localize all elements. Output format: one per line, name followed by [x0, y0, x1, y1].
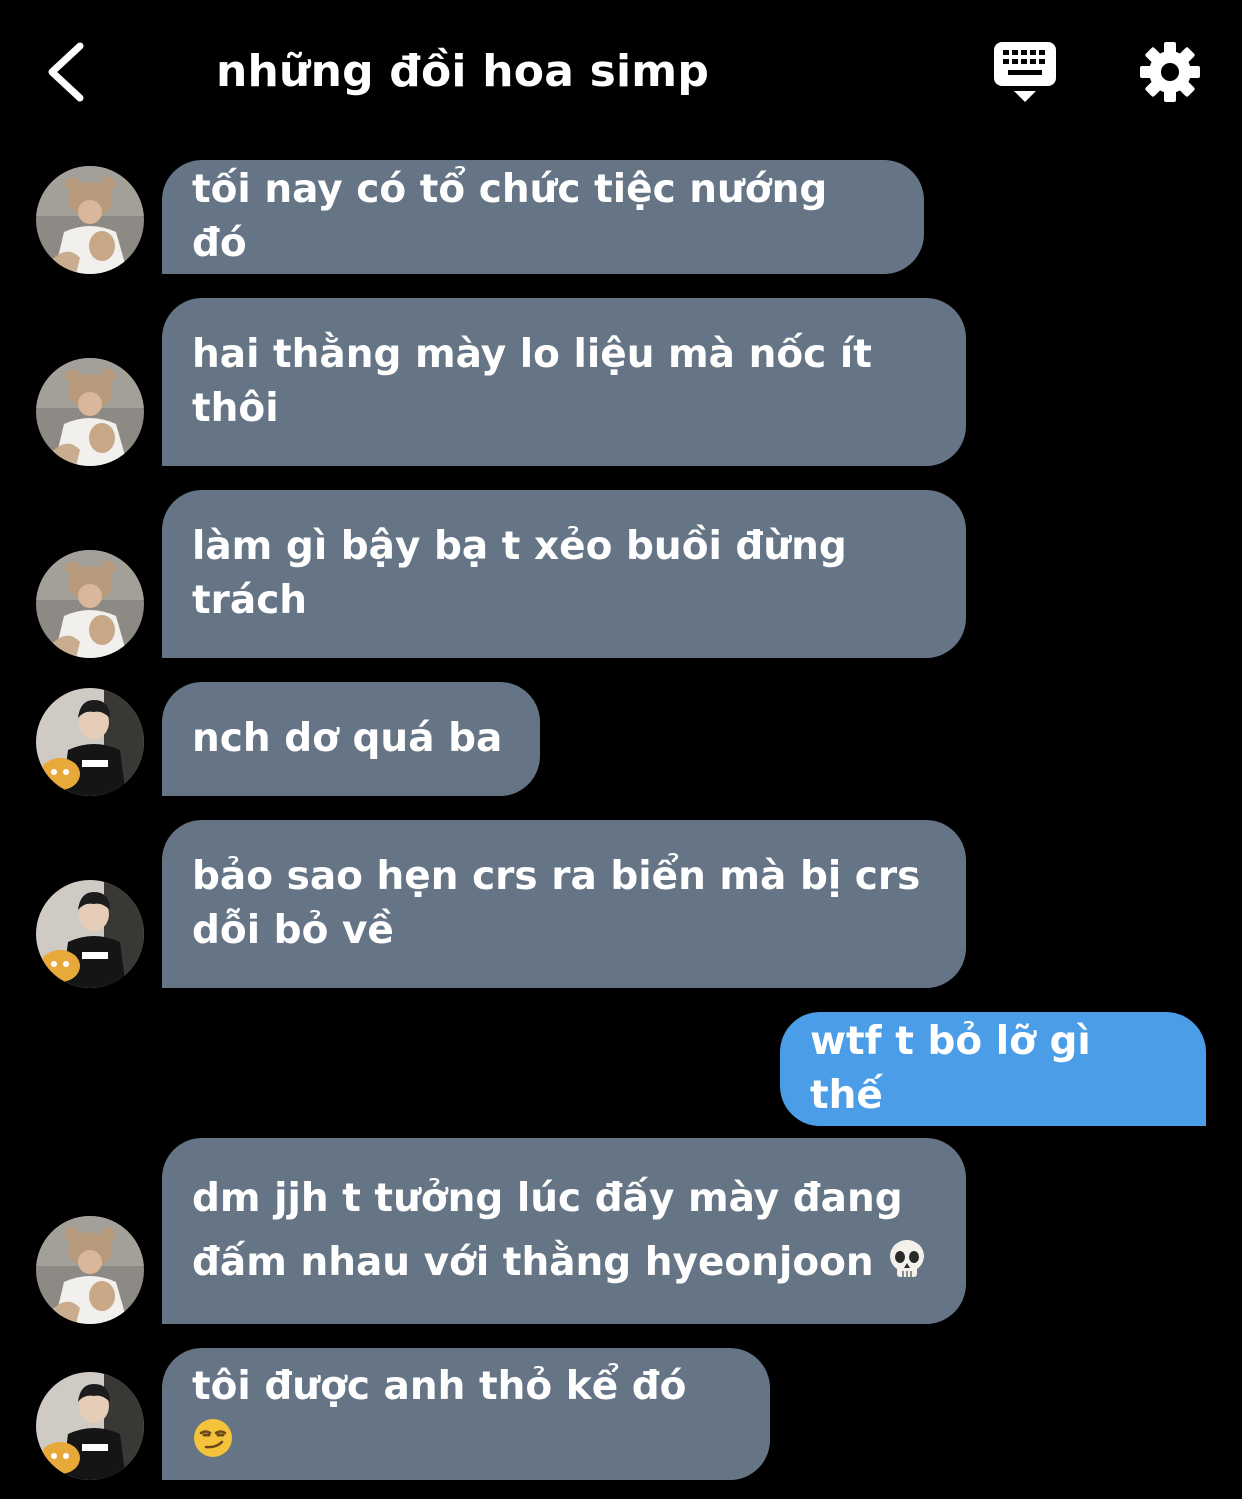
avatar-geng-user[interactable] — [36, 688, 144, 796]
message-bubble-received[interactable]: hai thằng mày lo liệu mà nốc ít thôi — [162, 298, 966, 466]
message-bubble-received[interactable]: tối nay có tổ chức tiệc nướng đó — [162, 160, 924, 274]
message-bubble-received[interactable]: nch dơ quá ba — [162, 682, 540, 796]
settings-button[interactable] — [1138, 40, 1202, 104]
geng-avatar-image — [36, 880, 144, 988]
message-bubble-received[interactable]: dm jjh t tưởng lúc đấy mày đang đấm nhau… — [162, 1138, 966, 1324]
message-bubble-received[interactable]: làm gì bậy bạ t xẻo buồi đừng trách — [162, 490, 966, 658]
message-text: tối nay có tổ chức tiệc nướng đó — [192, 167, 828, 266]
avatar-bear-hat-user[interactable] — [36, 1216, 144, 1324]
avatar-bear-hat-user[interactable] — [36, 358, 144, 466]
back-button[interactable] — [36, 38, 100, 106]
message-text: hai thằng mày lo liệu mà nốc ít thôi — [192, 332, 872, 431]
geng-avatar-image — [36, 688, 144, 796]
chevron-left-icon — [48, 42, 84, 102]
message-text: nch dơ quá ba — [192, 716, 503, 761]
avatar-bear-hat-user[interactable] — [36, 550, 144, 658]
chat-header: những đồi hoa simp — [0, 0, 1242, 140]
chat-title[interactable]: những đồi hoa simp — [216, 40, 709, 104]
message-text: wtf t bỏ lỡ gì thế — [810, 1019, 1091, 1118]
message-text: bảo sao hẹn crs ra biển mà bị crs dỗi bỏ… — [192, 854, 921, 953]
bear-hat-avatar-image — [36, 1216, 144, 1324]
message-content: tôi được anh thỏ kể đó — [192, 1360, 740, 1468]
bear-hat-avatar-image — [36, 358, 144, 466]
message-bubble-received[interactable]: bảo sao hẹn crs ra biển mà bị crs dỗi bỏ… — [162, 820, 966, 988]
message-bubble-received[interactable]: tôi được anh thỏ kể đó — [162, 1348, 770, 1480]
avatar-geng-user[interactable] — [36, 1372, 144, 1480]
message-text: dm jjh t tưởng lúc đấy mày đang đấm nhau… — [192, 1176, 903, 1285]
avatar-geng-user[interactable] — [36, 880, 144, 988]
bear-hat-avatar-image — [36, 550, 144, 658]
avatar-bear-hat-user[interactable] — [36, 166, 144, 274]
message-content: dm jjh t tưởng lúc đấy mày đang đấm nhau… — [192, 1167, 936, 1295]
keyboard-toggle-button[interactable] — [990, 40, 1062, 106]
bear-hat-avatar-image — [36, 166, 144, 274]
smirk-emoji-icon — [194, 1419, 232, 1457]
message-text: tôi được anh thỏ kể đó — [192, 1364, 687, 1409]
message-bubble-sent[interactable]: wtf t bỏ lỡ gì thế — [780, 1012, 1206, 1126]
keyboard-icon — [994, 42, 1056, 102]
skull-emoji-icon — [890, 1240, 925, 1277]
message-text: làm gì bậy bạ t xẻo buồi đừng trách — [192, 524, 847, 623]
geng-avatar-image — [36, 1372, 144, 1480]
gear-icon — [1140, 42, 1200, 102]
